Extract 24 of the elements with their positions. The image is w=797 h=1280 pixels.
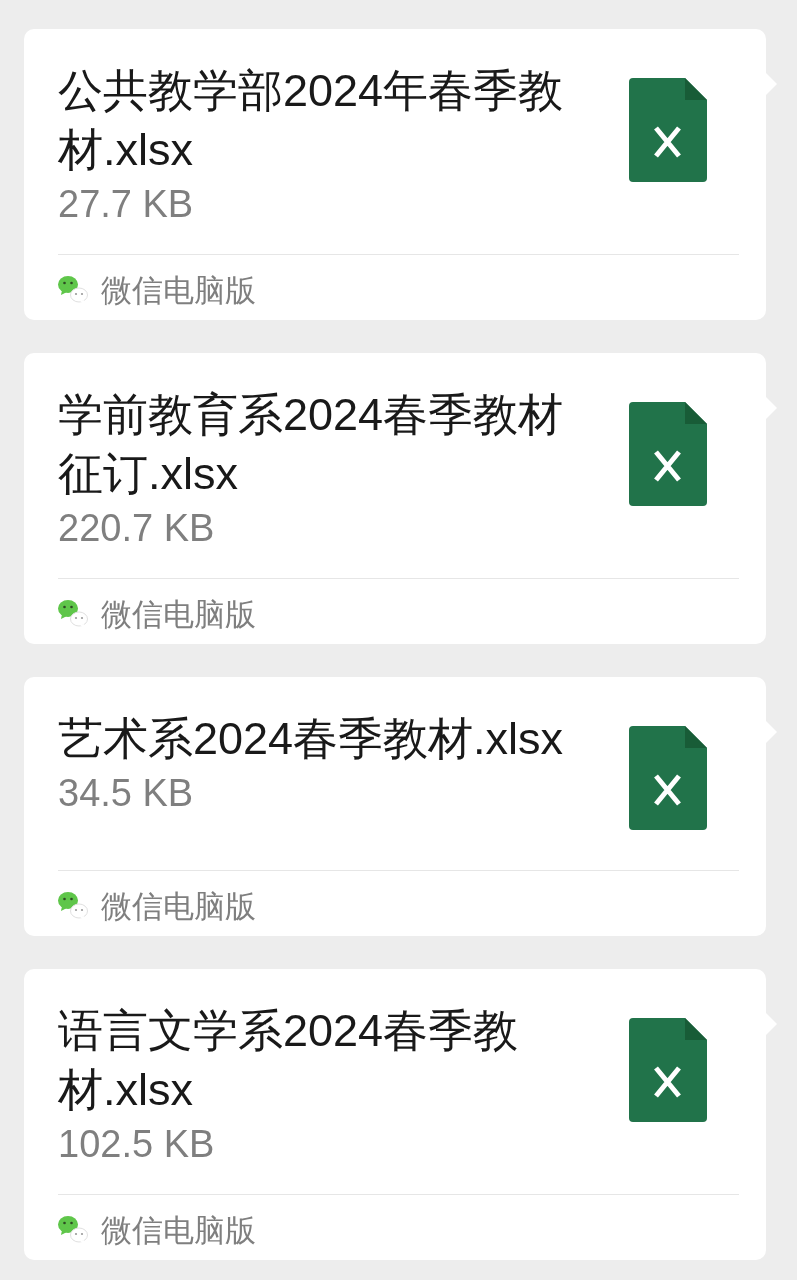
- file-message-card[interactable]: 学前教育系2024春季教材征订.xlsx 220.7 KB 微信电脑版: [24, 353, 766, 644]
- source-label: 微信电脑版: [101, 272, 256, 310]
- file-name: 语言文学系2024春季教材.xlsx: [58, 1004, 520, 1117]
- spreadsheet-file-icon: [629, 78, 707, 182]
- file-size: 27.7 KB: [58, 182, 194, 227]
- file-name: 艺术系2024春季教材.xlsx: [58, 712, 564, 766]
- chat-bubbles-icon: [58, 600, 88, 628]
- source-label: 微信电脑版: [101, 1212, 256, 1250]
- source-label: 微信电脑版: [101, 596, 256, 634]
- spreadsheet-file-icon: [629, 402, 707, 506]
- file-name: 学前教育系2024春季教材征订.xlsx: [58, 388, 565, 501]
- chat-bubbles-icon: [58, 892, 88, 920]
- file-message-card[interactable]: 公共教学部2024年春季教材.xlsx 27.7 KB 微信电脑版: [24, 29, 766, 320]
- file-message-card[interactable]: 语言文学系2024春季教材.xlsx 102.5 KB 微信电脑版: [24, 969, 766, 1260]
- file-size: 220.7 KB: [58, 506, 215, 551]
- source-label: 微信电脑版: [101, 888, 256, 926]
- file-size: 34.5 KB: [58, 771, 194, 816]
- file-name: 公共教学部2024年春季教材.xlsx: [58, 64, 565, 177]
- chat-bubbles-icon: [58, 276, 88, 304]
- file-size: 102.5 KB: [58, 1122, 215, 1167]
- chat-bubbles-icon: [58, 1216, 88, 1244]
- spreadsheet-file-icon: [629, 726, 707, 830]
- file-message-card[interactable]: 艺术系2024春季教材.xlsx 34.5 KB 微信电脑版: [24, 677, 766, 936]
- spreadsheet-file-icon: [629, 1018, 707, 1122]
